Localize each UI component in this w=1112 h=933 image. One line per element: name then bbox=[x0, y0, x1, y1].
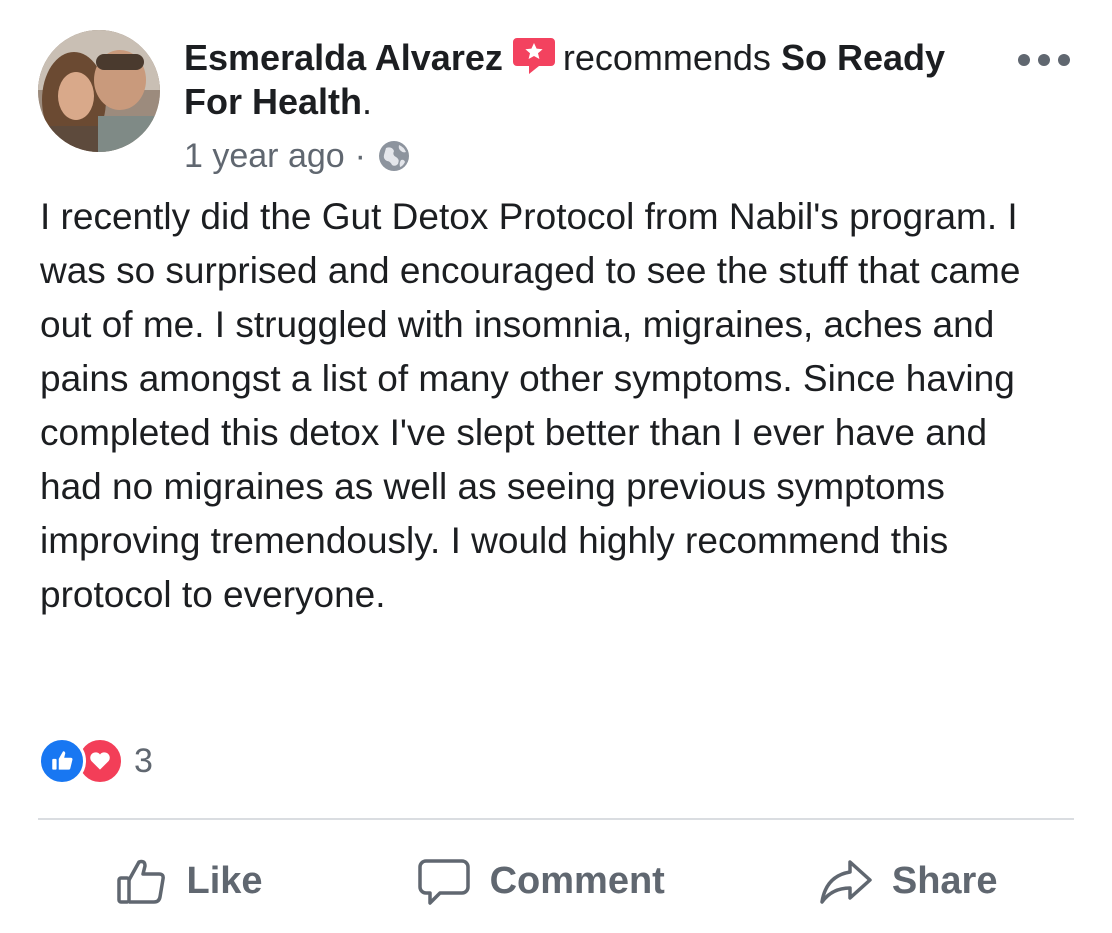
author-name[interactable]: Esmeralda Alvarez bbox=[184, 37, 503, 78]
share-label: Share bbox=[891, 859, 998, 902]
globe-icon[interactable] bbox=[376, 138, 412, 174]
post-body: I recently did the Gut Detox Protocol fr… bbox=[40, 196, 1021, 615]
share-button[interactable]: Share bbox=[818, 856, 998, 906]
thumbs-up-icon bbox=[115, 854, 169, 908]
divider bbox=[38, 818, 1074, 820]
recommends-verb: recommends bbox=[562, 37, 771, 78]
action-bar: Like Comment Share bbox=[38, 846, 1074, 916]
meta-separator: · bbox=[354, 137, 366, 175]
post-header: Esmeralda Alvarez recommends So Ready Fo… bbox=[184, 36, 984, 124]
post-meta: 1 year ago · bbox=[184, 136, 412, 176]
like-button[interactable]: Like bbox=[115, 854, 263, 908]
timestamp[interactable]: 1 year ago bbox=[184, 136, 345, 176]
like-reaction-icon bbox=[38, 737, 86, 785]
recommendation-icon bbox=[511, 36, 557, 76]
comment-icon bbox=[416, 853, 472, 909]
share-arrow-icon bbox=[818, 856, 874, 906]
more-options-icon[interactable] bbox=[1016, 48, 1072, 72]
reactions-summary[interactable]: 3 bbox=[38, 736, 153, 786]
like-label: Like bbox=[186, 859, 263, 902]
avatar-photo bbox=[38, 30, 160, 152]
page-name-suffix: . bbox=[362, 81, 373, 122]
comment-button[interactable]: Comment bbox=[416, 853, 665, 909]
reaction-count: 3 bbox=[134, 741, 153, 780]
avatar[interactable] bbox=[38, 30, 160, 152]
comment-label: Comment bbox=[489, 859, 665, 902]
